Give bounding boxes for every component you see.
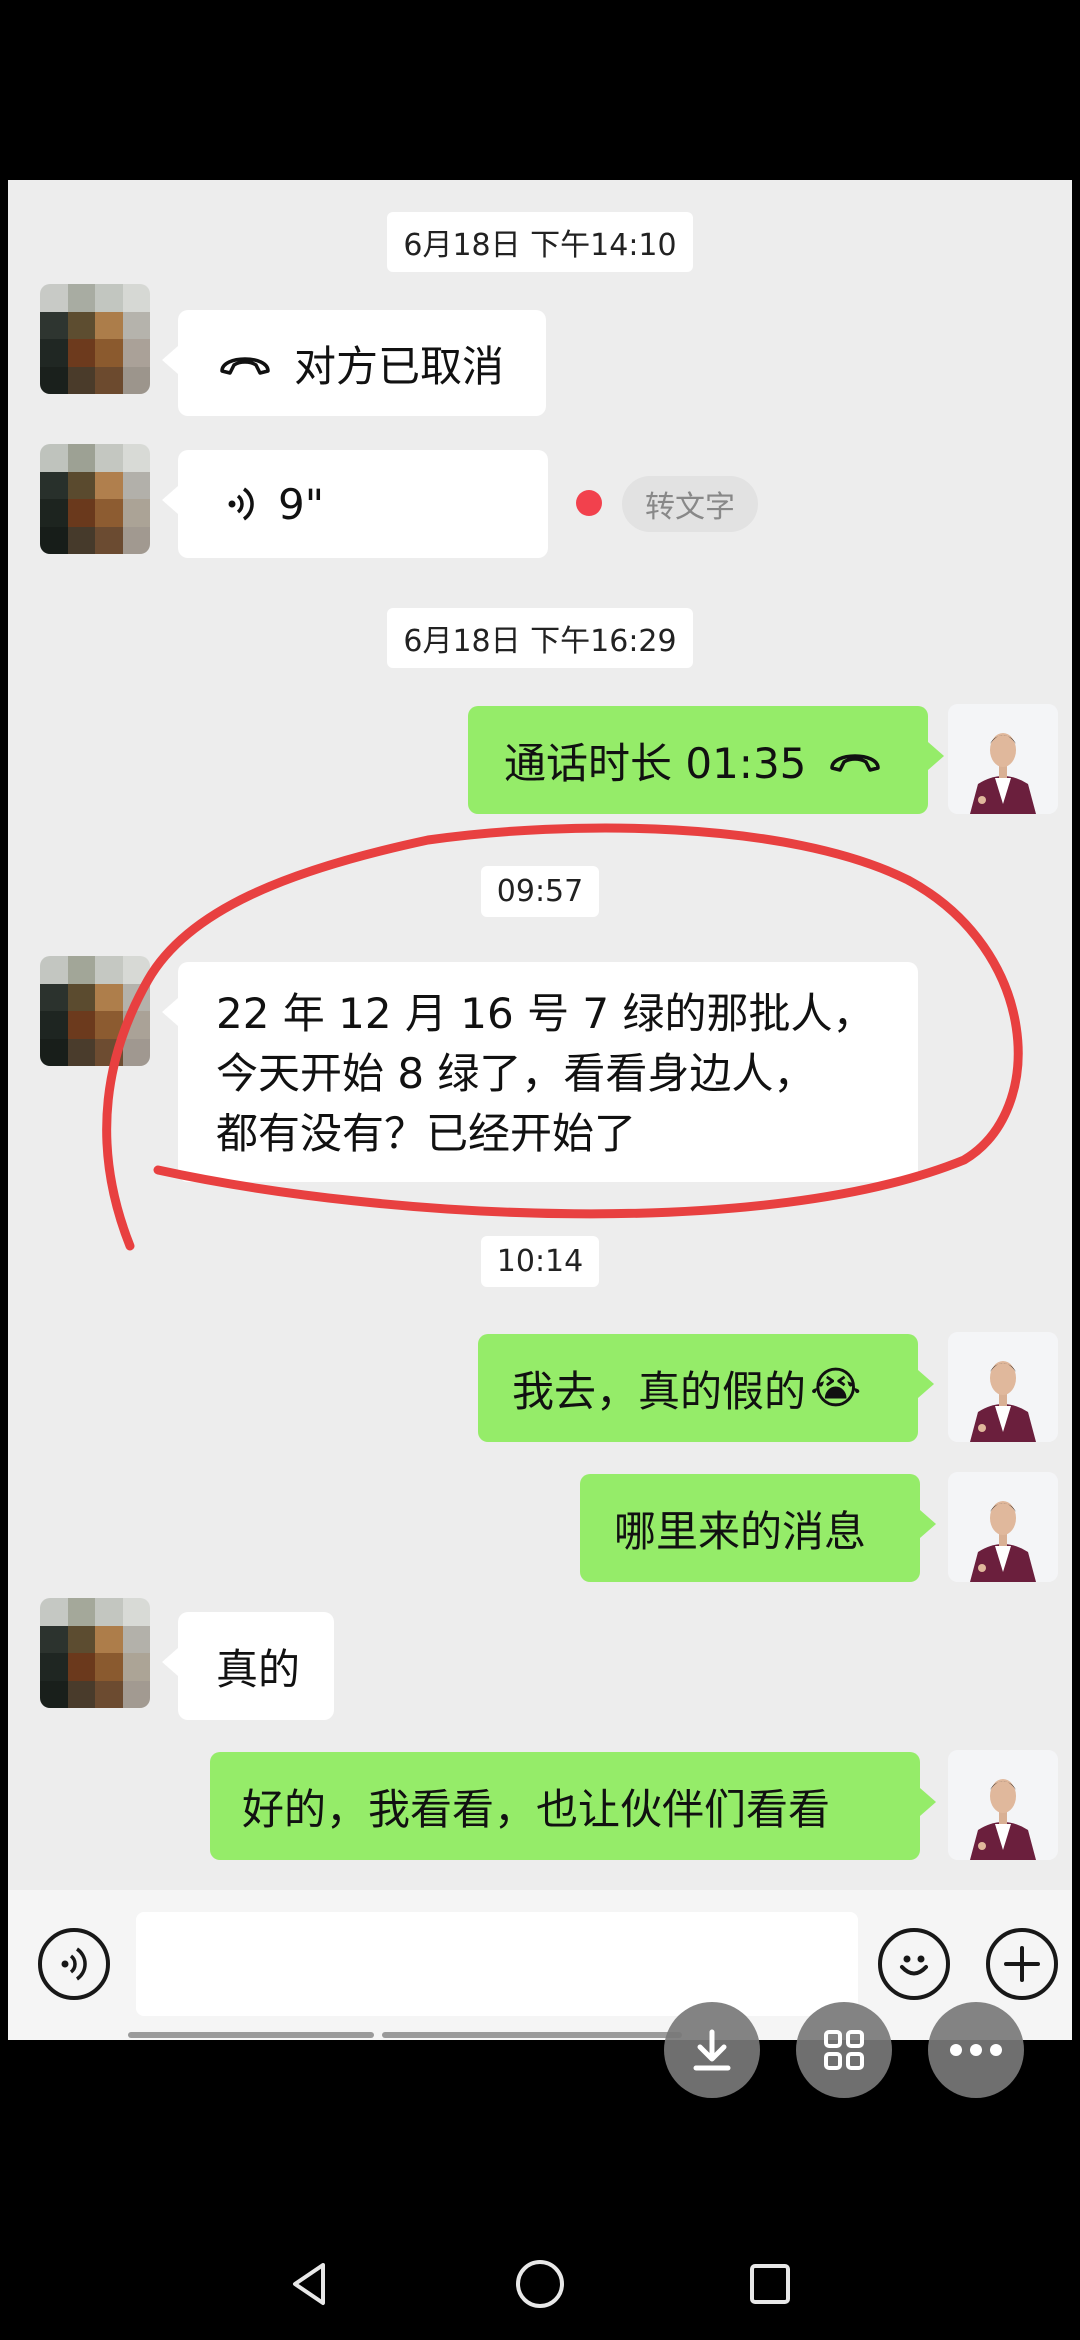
- back-triangle-icon: [293, 2263, 325, 2305]
- message-input[interactable]: [136, 1912, 858, 2016]
- message-text: 我去，真的假的: [512, 1366, 807, 1416]
- input-bar: [8, 1890, 1072, 2040]
- recents-square-icon: [750, 2264, 790, 2304]
- message-long[interactable]: 22 年 12 月 16 号 7 绿的那批人， 今天开始 8 绿了，看看身边人，…: [162, 962, 918, 1182]
- phone-hangup-icon: [830, 754, 881, 772]
- contact-avatar[interactable]: [40, 284, 150, 394]
- message-call-duration[interactable]: 通话时长 01:35: [468, 706, 944, 814]
- emoji-button[interactable]: [878, 1928, 950, 2000]
- voice-to-text-button[interactable]: 转文字: [622, 476, 758, 532]
- scrollbar[interactable]: [128, 2032, 374, 2038]
- screen: 6月18日 下午14:10 对方已取消 9" 转文字 6月18日 下午16:29…: [0, 0, 1080, 2340]
- message-text: 好的，我看看，也让伙伴们看看: [242, 1784, 831, 1834]
- message-text: 真的: [216, 1644, 301, 1694]
- message-text: 对方已取消: [294, 341, 505, 391]
- message-sent[interactable]: 哪里来的消息: [580, 1474, 936, 1582]
- voice-duration: 9": [278, 479, 325, 529]
- grid-button[interactable]: [796, 2002, 892, 2098]
- grid-icon: [824, 2030, 864, 2070]
- phone-hangup-icon: [220, 357, 270, 375]
- my-avatar[interactable]: [948, 1472, 1058, 1582]
- voice-input-button[interactable]: [38, 1928, 110, 2000]
- my-avatar[interactable]: [948, 1750, 1058, 1860]
- recents-button[interactable]: [740, 2254, 800, 2314]
- plus-icon: [1004, 1946, 1040, 1982]
- home-circle-icon: [516, 2260, 564, 2308]
- contact-avatar[interactable]: [40, 1598, 150, 1708]
- person-portrait-icon: [948, 1750, 1058, 1860]
- message-text: 通话时长 01:35: [504, 738, 807, 788]
- download-button[interactable]: [664, 2002, 760, 2098]
- voice-input-icon: [61, 1947, 87, 1981]
- message-line: 都有没有？已经开始了: [216, 1109, 637, 1158]
- timestamp: 10:14: [8, 1236, 1072, 1287]
- my-avatar[interactable]: [948, 1332, 1058, 1442]
- emoji-icon: [900, 1955, 928, 1976]
- back-button[interactable]: [280, 2254, 340, 2314]
- download-icon: [693, 2029, 731, 2071]
- timestamp: 09:57: [8, 866, 1072, 917]
- message-sent[interactable]: 好的，我看看，也让伙伴们看看: [210, 1752, 936, 1860]
- person-portrait-icon: [948, 704, 1058, 814]
- timestamp: 6月18日 下午14:10: [8, 212, 1072, 272]
- system-nav-bar: [0, 2200, 1080, 2340]
- message-call-cancelled[interactable]: 对方已取消: [162, 310, 546, 416]
- message-text: 哪里来的消息: [614, 1506, 867, 1556]
- person-portrait-icon: [948, 1472, 1058, 1582]
- more-dots-icon: [950, 2044, 1002, 2056]
- menu-button[interactable]: [928, 2002, 1024, 2098]
- person-portrait-icon: [948, 1332, 1058, 1442]
- more-button[interactable]: [986, 1928, 1058, 2000]
- voice-wave-icon: [228, 487, 254, 521]
- chat-area[interactable]: 6月18日 下午14:10 对方已取消 9" 转文字 6月18日 下午16:29…: [8, 180, 1072, 1890]
- unread-dot: [576, 490, 602, 516]
- my-avatar[interactable]: [948, 704, 1058, 814]
- crying-laughing-emoji: 😭: [810, 1362, 862, 1414]
- contact-avatar[interactable]: [40, 444, 150, 554]
- message-line: 今天开始 8 绿了，看看身边人，: [216, 1049, 816, 1098]
- message-sent[interactable]: 我去，真的假的 😭: [478, 1334, 934, 1442]
- voice-message[interactable]: 9": [162, 450, 548, 558]
- timestamp: 6月18日 下午16:29: [8, 608, 1072, 668]
- contact-avatar[interactable]: [40, 956, 150, 1066]
- message-received[interactable]: 真的: [162, 1612, 334, 1720]
- home-button[interactable]: [510, 2254, 570, 2314]
- scrollbar[interactable]: [382, 2032, 682, 2038]
- message-line: 22 年 12 月 16 号 7 绿的那批人，: [216, 989, 875, 1038]
